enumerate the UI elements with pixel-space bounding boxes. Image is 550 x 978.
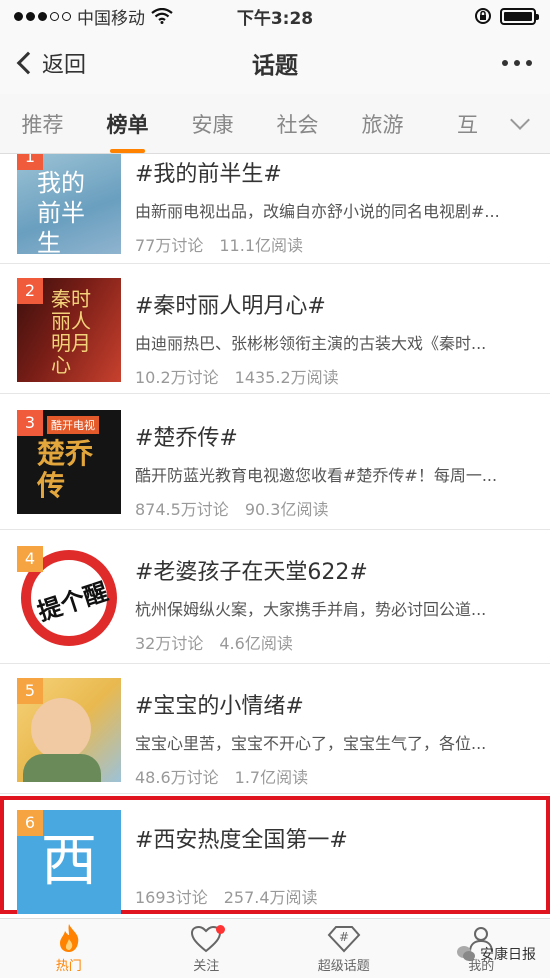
read-count: 90.3亿阅读 xyxy=(244,500,329,519)
diamond-hash-icon: # xyxy=(327,926,361,953)
topic-text: #秦时丽人明月心# 由迪丽热巴、张彬彬领衔主演的古装大戏《秦时... 10.2万… xyxy=(135,288,536,388)
notification-dot xyxy=(215,925,225,934)
tab-follow[interactable]: 关注 xyxy=(138,919,276,978)
baby-shirt xyxy=(23,754,101,782)
discuss-count: 48.6万讨论 xyxy=(135,768,219,787)
chevron-left-icon xyxy=(16,51,40,75)
topic-row[interactable]: 秦时丽人明月心 2 #秦时丽人明月心# 由迪丽热巴、张彬彬领衔主演的古装大戏《秦… xyxy=(0,264,550,394)
topic-stats: 77万讨论 11.1亿阅读 xyxy=(135,232,536,256)
wechat-logo-icon xyxy=(457,946,475,961)
topic-row[interactable]: 提个醒 4 #老婆孩子在天堂622# 杭州保姆纵火案，大家携手并肩，势必讨回公道… xyxy=(0,530,550,664)
topic-thumbnail: 西 6 xyxy=(17,810,121,914)
topic-stats: 874.5万讨论 90.3亿阅读 xyxy=(135,496,536,520)
topic-desc: 酷开防蓝光教育电视邀您收看#楚乔传#！每周一... xyxy=(135,466,498,485)
back-label: 返回 xyxy=(42,53,87,78)
read-count: 4.6亿阅读 xyxy=(219,634,293,653)
topic-stats: 1693讨论 257.4万阅读 xyxy=(135,884,532,908)
topic-title: #老婆孩子在天堂622# xyxy=(135,560,368,585)
topic-stats: 48.6万讨论 1.7亿阅读 xyxy=(135,764,536,788)
thumbnail-text: 楚乔传 xyxy=(37,437,94,502)
topic-text: #楚乔传# 酷开防蓝光教育电视邀您收看#楚乔传#！每周一... 874.5万讨论… xyxy=(135,420,536,520)
back-button[interactable]: 返回 xyxy=(14,47,86,79)
expand-tabs-button[interactable] xyxy=(490,94,550,153)
signal-icon xyxy=(14,11,71,21)
thumbnail-text: 西 xyxy=(41,829,97,894)
read-count: 1.7亿阅读 xyxy=(234,768,309,787)
wifi-icon xyxy=(151,8,173,24)
bottom-tab-bar: 热门 关注 # 超级话题 我的 安康日报 xyxy=(0,918,550,978)
tab-hot[interactable]: 热门 xyxy=(0,919,138,978)
rank-badge: 5 xyxy=(17,678,43,704)
discuss-count: 874.5万讨论 xyxy=(135,500,229,519)
discuss-count: 1693讨论 xyxy=(135,888,208,907)
tab-travel[interactable]: 旅游 xyxy=(340,109,425,139)
discuss-count: 10.2万讨论 xyxy=(135,368,219,387)
rank-badge: 4 xyxy=(17,546,43,572)
tab-ranking[interactable]: 榜单 xyxy=(85,109,170,153)
topic-thumbnail: 我的前半生 1 xyxy=(17,154,121,254)
svg-text:#: # xyxy=(339,930,349,944)
read-count: 257.4万阅读 xyxy=(223,888,318,907)
tab-ankang[interactable]: 安康 xyxy=(170,109,255,139)
topic-title: #我的前半生# xyxy=(135,162,282,187)
tab-recommend[interactable]: 推荐 xyxy=(0,109,85,139)
topic-stats: 32万讨论 4.6亿阅读 xyxy=(135,630,536,654)
rank-badge: 6 xyxy=(17,810,43,836)
status-bar: 中国移动 下午3:28 xyxy=(0,0,550,32)
thumbnail-text: 秦时丽人明月心 xyxy=(51,287,91,377)
topic-text: #宝宝的小情绪# 宝宝心里苦，宝宝不开心了，宝宝生气了，各位... 48.6万讨… xyxy=(135,688,536,788)
baby-face xyxy=(31,698,91,760)
status-right xyxy=(474,7,539,25)
tab-super-topic-label: 超级话题 xyxy=(317,959,370,974)
discuss-count: 77万讨论 xyxy=(135,236,204,255)
tab-super-topic[interactable]: # 超级话题 xyxy=(275,919,413,978)
watermark-label: 安康日报 xyxy=(480,947,536,963)
chevron-down-icon xyxy=(510,110,530,130)
rotation-lock-icon xyxy=(475,8,491,24)
read-count: 1435.2万阅读 xyxy=(234,368,339,387)
topic-row[interactable]: 我的前半生 1 #我的前半生# 由新丽电视出品，改编自亦舒小说的同名电视剧#..… xyxy=(0,154,550,264)
battery-icon xyxy=(500,7,539,25)
thumbnail-text: 我的前半生 xyxy=(37,169,85,254)
topic-text: #西安热度全国第一# 1693讨论 257.4万阅读 xyxy=(135,822,532,908)
topic-title: #秦时丽人明月心# xyxy=(135,294,326,319)
more-options-icon[interactable] xyxy=(502,60,532,66)
topic-thumbnail: 5 xyxy=(17,678,121,782)
status-left: 中国移动 xyxy=(14,4,173,29)
topic-title: #楚乔传# xyxy=(135,426,238,451)
tab-follow-label: 关注 xyxy=(193,959,220,974)
topic-desc: 杭州保姆纵火案，大家携手并肩，势必讨回公道... xyxy=(135,600,487,619)
topic-row[interactable]: 5 #宝宝的小情绪# 宝宝心里苦，宝宝不开心了，宝宝生气了，各位... 48.6… xyxy=(0,664,550,794)
topic-text: #老婆孩子在天堂622# 杭州保姆纵火案，大家携手并肩，势必讨回公道... 32… xyxy=(135,554,536,654)
tab-hot-label: 热门 xyxy=(55,959,82,974)
flame-icon xyxy=(59,924,79,952)
rank-badge: 3 xyxy=(17,410,43,436)
category-tabs: 推荐 榜单 安康 社会 旅游 互 xyxy=(0,94,550,154)
topic-text: #我的前半生# 由新丽电视出品，改编自亦舒小说的同名电视剧#... 77万讨论 1… xyxy=(135,156,536,256)
tab-society[interactable]: 社会 xyxy=(255,109,340,139)
rank-badge: 1 xyxy=(17,154,43,170)
discuss-count: 32万讨论 xyxy=(135,634,204,653)
carrier-label: 中国移动 xyxy=(77,8,145,29)
rank-badge: 2 xyxy=(17,278,43,304)
topic-row[interactable]: 酷开电视 楚乔传 3 #楚乔传# 酷开防蓝光教育电视邀您收看#楚乔传#！每周一.… xyxy=(0,394,550,530)
watermark: 安康日报 xyxy=(456,944,536,964)
topic-thumbnail: 提个醒 4 xyxy=(17,546,121,650)
topic-thumbnail: 酷开电视 楚乔传 3 xyxy=(17,410,121,514)
topic-title: #宝宝的小情绪# xyxy=(135,694,304,719)
topic-list: 我的前半生 1 #我的前半生# 由新丽电视出品，改编自亦舒小说的同名电视剧#..… xyxy=(0,154,550,918)
topic-stats: 10.2万讨论 1435.2万阅读 xyxy=(135,364,536,388)
read-count: 11.1亿阅读 xyxy=(219,236,304,255)
topic-desc: 宝宝心里苦，宝宝不开心了，宝宝生气了，各位... xyxy=(135,734,487,753)
topic-desc: 由新丽电视出品，改编自亦舒小说的同名电视剧#... xyxy=(135,202,500,221)
topic-row-highlighted[interactable]: 西 6 #西安热度全国第一# 1693讨论 257.4万阅读 xyxy=(0,796,550,914)
topic-title: #西安热度全国第一# xyxy=(135,828,348,853)
topic-desc: 由迪丽热巴、张彬彬领衔主演的古装大戏《秦时... xyxy=(135,334,487,353)
nav-bar: 返回 话题 xyxy=(0,32,550,94)
badge-label: 酷开电视 xyxy=(47,416,99,434)
topic-thumbnail: 秦时丽人明月心 2 xyxy=(17,278,121,382)
